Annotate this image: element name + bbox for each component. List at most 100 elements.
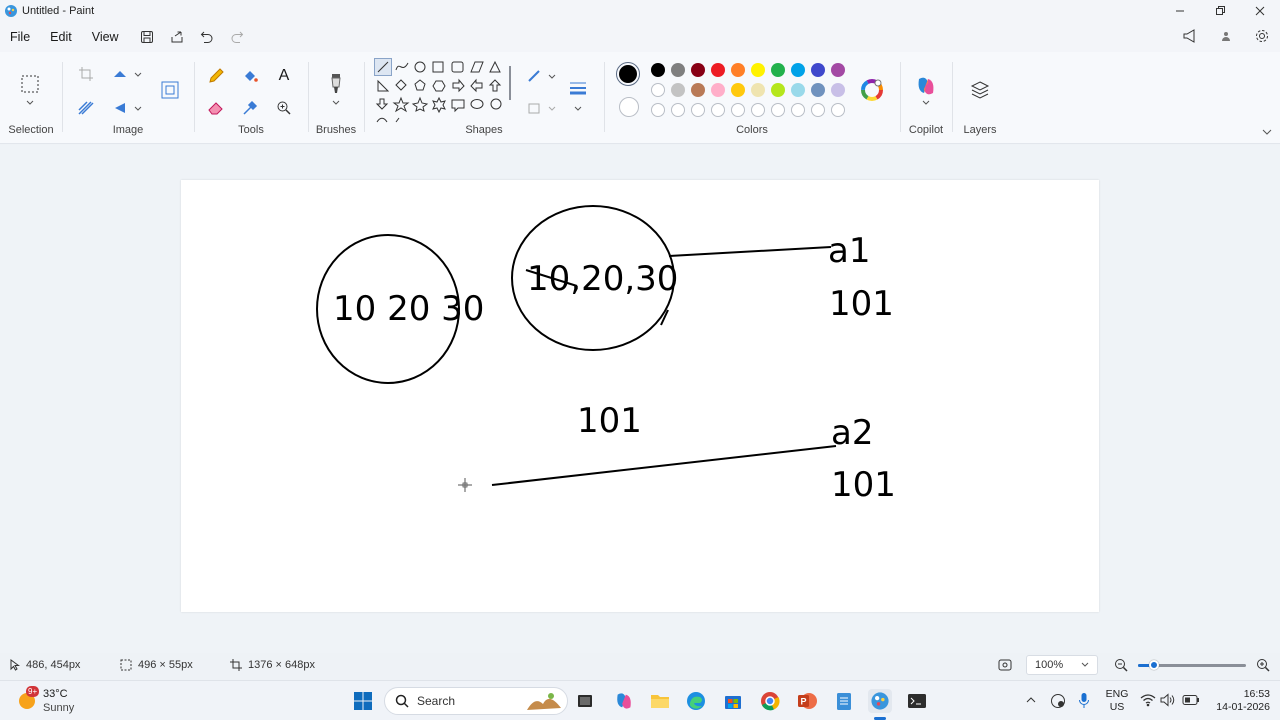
eraser-button[interactable] [204, 96, 228, 120]
custom-color-slot[interactable] [831, 103, 845, 117]
language-indicator[interactable]: ENG US [1104, 688, 1130, 714]
chevron-down-icon[interactable] [548, 74, 556, 80]
flip-button[interactable] [108, 96, 132, 120]
paint-taskbar-button[interactable] [868, 689, 892, 713]
magnifier-button[interactable] [272, 96, 296, 120]
store-button[interactable] [721, 689, 745, 713]
cloud-sync-icon[interactable] [1050, 693, 1066, 709]
menu-view[interactable]: View [82, 24, 129, 50]
palette-color-swatch[interactable] [791, 63, 805, 77]
palette-color-swatch[interactable] [671, 83, 685, 97]
palette-color-swatch[interactable] [791, 83, 805, 97]
zoom-slider[interactable] [1138, 660, 1246, 670]
zoom-out-icon[interactable] [1114, 658, 1128, 672]
palette-color-swatch[interactable] [831, 83, 845, 97]
close-button[interactable] [1240, 0, 1280, 22]
battery-icon[interactable] [1182, 694, 1200, 706]
chevron-down-icon[interactable] [574, 106, 582, 112]
chevron-down-icon[interactable] [26, 100, 34, 106]
palette-color-swatch[interactable] [691, 63, 705, 77]
powerpoint-button[interactable]: P [795, 689, 819, 713]
custom-color-slot[interactable] [771, 103, 785, 117]
drawing-canvas[interactable]: 10 20 30 10,20,30 101 a1 101 a2 101 [181, 180, 1099, 612]
palette-color-swatch[interactable] [831, 63, 845, 77]
select-button[interactable] [18, 72, 42, 96]
chevron-down-icon[interactable] [332, 100, 340, 106]
chevron-down-icon[interactable] [134, 106, 142, 112]
image-background-button[interactable] [74, 96, 98, 120]
menu-edit[interactable]: Edit [40, 24, 82, 50]
brushes-button[interactable] [324, 72, 348, 96]
custom-color-slot[interactable] [731, 103, 745, 117]
primary-color[interactable] [616, 62, 640, 86]
palette-color-swatch[interactable] [691, 83, 705, 97]
start-button[interactable] [351, 689, 375, 713]
zoom-select[interactable]: 100% [1026, 655, 1098, 675]
palette-color-swatch[interactable] [711, 83, 725, 97]
shape-outline-button[interactable] [522, 64, 546, 88]
terminal-button[interactable] [905, 689, 929, 713]
notepad-button[interactable] [832, 689, 856, 713]
palette-color-swatch[interactable] [731, 83, 745, 97]
fit-to-window-icon[interactable] [998, 659, 1012, 671]
palette-color-swatch[interactable] [711, 63, 725, 77]
chevron-down-icon[interactable] [922, 100, 930, 106]
shape-fill-button[interactable] [522, 96, 546, 120]
feedback-button[interactable] [1178, 24, 1202, 48]
text-button[interactable]: A [272, 64, 296, 88]
custom-color-slot[interactable] [651, 103, 665, 117]
redo-button[interactable] [225, 25, 249, 49]
color-picker-button[interactable] [238, 96, 262, 120]
copilot-button[interactable] [914, 74, 938, 98]
chrome-button[interactable] [758, 689, 782, 713]
share-button[interactable] [165, 25, 189, 49]
palette-color-swatch[interactable] [651, 63, 665, 77]
palette-color-swatch[interactable] [771, 83, 785, 97]
chevron-down-icon[interactable] [134, 72, 142, 78]
custom-color-slot[interactable] [691, 103, 705, 117]
save-button[interactable] [135, 25, 159, 49]
zoom-slider-thumb[interactable] [1149, 660, 1159, 670]
menu-file[interactable]: File [0, 24, 40, 50]
copilot-taskbar-button[interactable] [612, 689, 636, 713]
crop-button[interactable] [74, 62, 98, 86]
settings-button[interactable] [1250, 24, 1274, 48]
layers-button[interactable] [968, 78, 992, 102]
zoom-in-icon[interactable] [1256, 658, 1270, 672]
minimize-button[interactable] [1160, 0, 1200, 22]
rotate-button[interactable] [108, 62, 132, 86]
palette-color-swatch[interactable] [771, 63, 785, 77]
edit-colors-button[interactable] [860, 78, 884, 102]
custom-color-slot[interactable] [811, 103, 825, 117]
palette-color-swatch[interactable] [651, 83, 665, 97]
custom-color-slot[interactable] [791, 103, 805, 117]
ribbon-collapse-icon[interactable] [1262, 128, 1272, 136]
custom-color-slot[interactable] [711, 103, 725, 117]
palette-color-swatch[interactable] [751, 63, 765, 77]
custom-color-slot[interactable] [751, 103, 765, 117]
chevron-down-icon[interactable] [548, 106, 556, 112]
edge-button[interactable] [684, 689, 708, 713]
weather-widget[interactable]: 9+ 33°C Sunny [16, 686, 86, 716]
custom-color-slot[interactable] [671, 103, 685, 117]
shape-size-button[interactable] [566, 76, 590, 100]
task-view-button[interactable] [573, 689, 597, 713]
clock[interactable]: 16:53 14-01-2026 [1208, 688, 1270, 714]
microphone-icon[interactable] [1078, 692, 1090, 710]
chevron-up-icon[interactable] [1026, 696, 1036, 704]
palette-color-swatch[interactable] [731, 63, 745, 77]
pencil-button[interactable] [204, 64, 228, 88]
palette-color-swatch[interactable] [671, 63, 685, 77]
palette-color-swatch[interactable] [811, 63, 825, 77]
wifi-icon[interactable] [1140, 693, 1156, 707]
restore-button[interactable] [1200, 0, 1240, 22]
account-button[interactable] [1214, 24, 1238, 48]
palette-color-swatch[interactable] [811, 83, 825, 97]
resize-button[interactable] [158, 78, 182, 102]
palette-color-swatch[interactable] [751, 83, 765, 97]
secondary-color[interactable] [619, 97, 639, 117]
file-explorer-button[interactable] [648, 689, 672, 713]
fill-button[interactable] [238, 64, 262, 88]
taskbar-search[interactable]: Search [384, 687, 568, 715]
volume-icon[interactable] [1160, 693, 1176, 707]
